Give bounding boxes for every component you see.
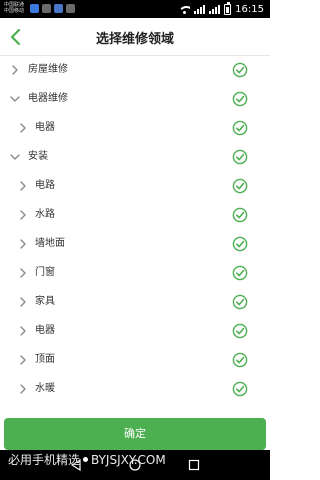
chevron-right-icon[interactable] xyxy=(17,180,29,192)
chevron-right-icon[interactable] xyxy=(9,64,21,76)
list-item-label: 电路 xyxy=(35,180,55,191)
chevron-right-icon[interactable] xyxy=(17,267,29,279)
page-title: 选择维修领域 xyxy=(95,32,174,47)
list-item[interactable]: 电器 xyxy=(0,114,270,143)
nav-recent-icon[interactable] xyxy=(188,459,200,471)
chevron-right-icon[interactable] xyxy=(17,238,29,250)
check-circle-icon[interactable] xyxy=(232,294,248,310)
list-item-label: 电器 xyxy=(35,325,55,336)
check-circle-icon[interactable] xyxy=(232,352,248,368)
list-item-label: 电器维修 xyxy=(28,93,68,104)
list-item[interactable]: 电器维修 xyxy=(0,85,270,114)
list-item-label: 家具 xyxy=(35,296,55,307)
app-notification-icon xyxy=(42,4,51,13)
check-circle-icon[interactable] xyxy=(232,265,248,281)
app-notification-icon xyxy=(54,4,63,13)
list-item-label: 水暖 xyxy=(35,383,55,394)
check-circle-icon[interactable] xyxy=(232,149,248,165)
list-item-label: 墙地面 xyxy=(35,238,65,249)
list-item-label: 电器 xyxy=(35,122,55,133)
notification-icons xyxy=(30,4,75,13)
watermark-domain: BYJSJXY.COM xyxy=(91,453,166,467)
check-circle-icon[interactable] xyxy=(232,236,248,252)
check-circle-icon[interactable] xyxy=(232,91,248,107)
list-item[interactable]: 安装 xyxy=(0,143,270,172)
watermark-text: 必用手机精选 xyxy=(8,453,81,467)
list-item-label: 顶面 xyxy=(35,354,55,365)
confirm-button[interactable]: 确定 xyxy=(4,418,266,450)
domain-list: 房屋维修 电器维修 电器 安装 电路 水路 墙地面 门窗 家具 电器 顶面 水暖 xyxy=(0,56,270,416)
list-item[interactable]: 家具 xyxy=(0,288,270,317)
chevron-right-icon[interactable] xyxy=(17,209,29,221)
chevron-down-icon[interactable] xyxy=(9,151,21,163)
signal-icon xyxy=(209,4,221,14)
list-item-label: 水路 xyxy=(35,209,55,220)
app-notification-icon xyxy=(30,4,39,13)
check-circle-icon[interactable] xyxy=(232,120,248,136)
check-circle-icon[interactable] xyxy=(232,62,248,78)
list-item[interactable]: 墙地面 xyxy=(0,230,270,259)
list-item-label: 房屋维修 xyxy=(28,64,68,75)
carrier-info: 中国联通 中国移动 xyxy=(4,2,24,14)
chevron-right-icon[interactable] xyxy=(17,296,29,308)
battery-icon xyxy=(224,1,232,15)
list-item[interactable]: 电路 xyxy=(0,172,270,201)
wifi-icon xyxy=(179,5,191,14)
list-item[interactable]: 水暖 xyxy=(0,375,270,404)
chevron-right-icon[interactable] xyxy=(17,354,29,366)
status-bar: 中国联通 中国移动 16:15 xyxy=(0,0,270,18)
list-item-label: 安装 xyxy=(28,151,48,162)
check-circle-icon[interactable] xyxy=(232,178,248,194)
signal-icon xyxy=(194,4,206,14)
watermark: 必用手机精选 BYJSJXY.COM xyxy=(8,451,166,468)
chevron-right-icon[interactable] xyxy=(17,325,29,337)
list-item[interactable]: 门窗 xyxy=(0,259,270,288)
check-circle-icon[interactable] xyxy=(232,381,248,397)
list-item[interactable]: 电器 xyxy=(0,317,270,346)
list-item-label: 门窗 xyxy=(35,267,55,278)
list-item[interactable]: 水路 xyxy=(0,201,270,230)
app-header: 选择维修领域 xyxy=(0,18,270,56)
check-circle-icon[interactable] xyxy=(232,323,248,339)
clock: 16:15 xyxy=(235,3,264,15)
list-item[interactable]: 顶面 xyxy=(0,346,270,375)
app-notification-icon xyxy=(66,4,75,13)
status-icons: 16:15 xyxy=(179,1,264,16)
watermark-dot xyxy=(83,457,89,462)
check-circle-icon[interactable] xyxy=(232,207,248,223)
list-item[interactable]: 房屋维修 xyxy=(0,56,270,85)
chevron-right-icon[interactable] xyxy=(17,383,29,395)
chevron-down-icon[interactable] xyxy=(9,93,21,105)
chevron-right-icon[interactable] xyxy=(17,122,29,134)
carrier-2: 中国移动 xyxy=(4,8,25,14)
